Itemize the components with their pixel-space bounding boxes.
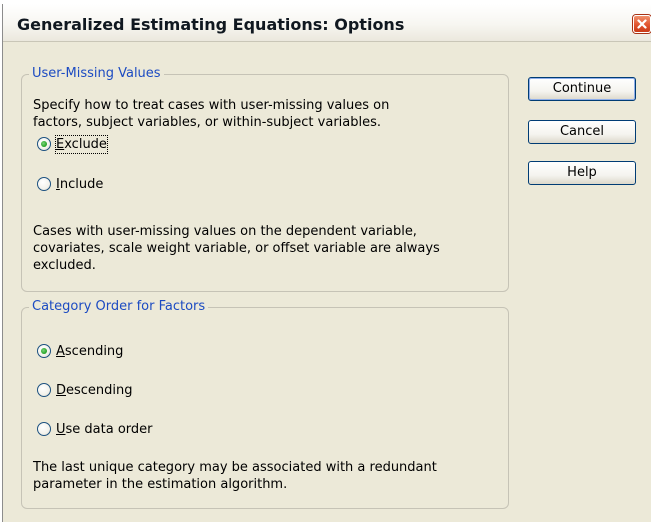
radio-use-data-order-label[interactable]: Use data order bbox=[56, 421, 153, 438]
user-missing-note-line-3: excluded. bbox=[33, 258, 96, 273]
radio-descending-indicator[interactable] bbox=[37, 383, 51, 397]
user-missing-values-group: User-Missing Values Specify how to treat… bbox=[21, 66, 509, 292]
radio-ascending-label[interactable]: Ascending bbox=[56, 343, 123, 360]
cancel-button[interactable]: Cancel bbox=[528, 120, 636, 144]
radio-include-label[interactable]: Include bbox=[56, 176, 103, 193]
category-order-legend: Category Order for Factors bbox=[29, 299, 209, 314]
radio-exclude-label[interactable]: Exclude bbox=[55, 135, 108, 154]
radio-ascending-indicator[interactable] bbox=[37, 344, 51, 358]
category-order-group: Category Order for Factors Ascending Des… bbox=[21, 299, 509, 509]
close-button[interactable] bbox=[633, 15, 651, 33]
radio-exclude-indicator[interactable] bbox=[37, 137, 51, 151]
radio-use-data-order-indicator[interactable] bbox=[37, 422, 51, 436]
continue-button[interactable]: Continue bbox=[528, 77, 636, 101]
radio-include-indicator[interactable] bbox=[37, 177, 51, 191]
user-missing-note-line-1: Cases with user-missing values on the de… bbox=[33, 224, 417, 239]
category-order-note-line-1: The last unique category may be associat… bbox=[33, 460, 437, 475]
user-missing-values-legend: User-Missing Values bbox=[29, 66, 164, 81]
category-order-note-line-2: parameter in the estimation algorithm. bbox=[33, 477, 288, 492]
options-dialog: Generalized Estimating Equations: Option… bbox=[2, 4, 651, 522]
help-button[interactable]: Help bbox=[528, 161, 636, 185]
user-missing-description-line-2: factors, subject variables, or within-su… bbox=[33, 115, 382, 130]
radio-descending-label[interactable]: Descending bbox=[56, 382, 133, 399]
user-missing-note-line-2: covariates, scale weight variable, or of… bbox=[33, 241, 440, 256]
title-bar[interactable]: Generalized Estimating Equations: Option… bbox=[3, 4, 651, 42]
window-title: Generalized Estimating Equations: Option… bbox=[17, 15, 405, 34]
user-missing-description-line-1: Specify how to treat cases with user-mis… bbox=[33, 98, 390, 113]
